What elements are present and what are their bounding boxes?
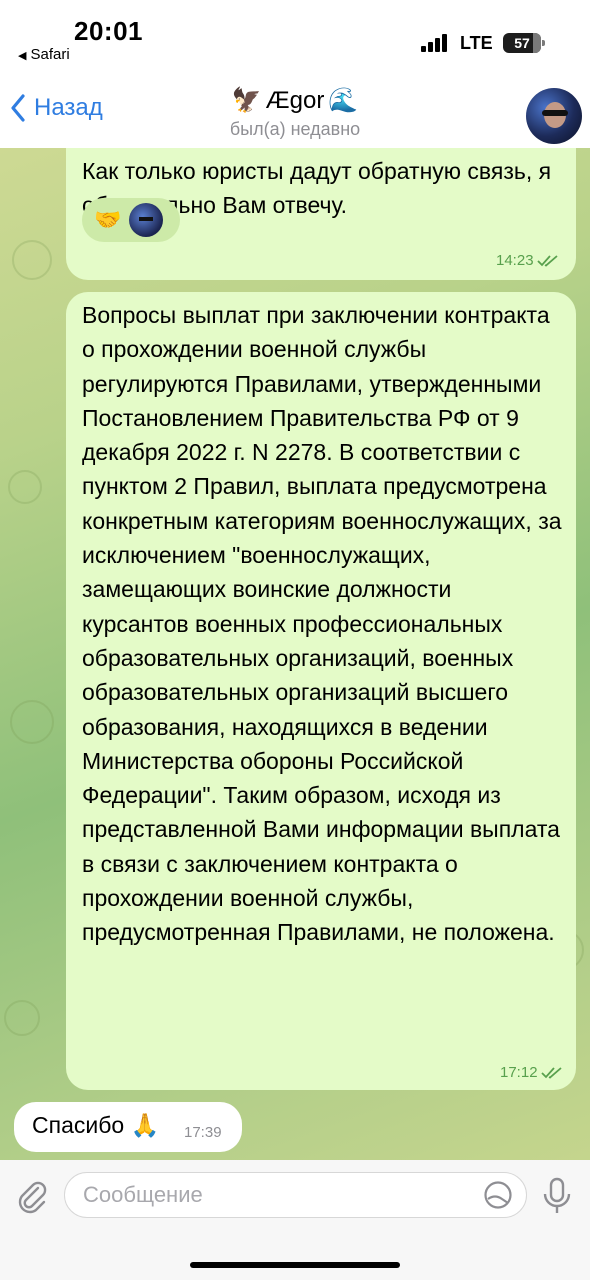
wallpaper-doodle <box>10 700 54 744</box>
back-label: Назад <box>34 94 103 121</box>
message-text: Спасибо 🙏 <box>32 1112 160 1138</box>
back-to-app-link[interactable]: ◀ Safari <box>18 46 70 63</box>
eagle-emoji: 🦅 <box>231 87 262 114</box>
double-check-icon <box>536 254 558 267</box>
double-check-icon <box>540 1066 562 1079</box>
wallpaper-doodle <box>8 470 42 504</box>
message-meta: 17:12 <box>500 1064 563 1081</box>
contact-avatar[interactable] <box>526 88 582 144</box>
status-bar: 20:01 ◀ Safari LTE 57 <box>0 0 590 70</box>
status-time: 20:01 <box>74 16 143 46</box>
reactor-avatar <box>129 203 164 237</box>
home-indicator <box>190 1262 400 1268</box>
voice-record-button[interactable] <box>540 1176 574 1221</box>
sticker-icon <box>484 1181 512 1209</box>
network-type: LTE <box>460 33 493 53</box>
back-button[interactable]: Назад <box>10 94 103 122</box>
chevron-left-icon <box>11 94 25 122</box>
incoming-message[interactable]: Спасибо 🙏 17:39 <box>14 1102 242 1152</box>
last-seen-status: был(а) недавно <box>229 119 361 139</box>
message-meta: 14:23 <box>496 252 559 269</box>
battery-level: 57 <box>514 35 530 51</box>
message-input[interactable] <box>64 1172 527 1218</box>
message-time: 17:39 <box>184 1124 222 1141</box>
wallpaper-doodle <box>4 1000 40 1036</box>
outgoing-message[interactable]: Вопросы выплат при заключении контракта … <box>66 292 576 1090</box>
microphone-icon <box>543 1177 571 1213</box>
back-triangle-icon: ◀ <box>18 50 27 62</box>
back-app-label: Safari <box>30 46 70 63</box>
message-text: Вопросы выплат при заключении контракта … <box>82 302 562 946</box>
contact-name: Ægor <box>265 86 325 114</box>
paperclip-icon <box>18 1181 47 1214</box>
chat-title-block[interactable]: 🦅 Ægor 🌊 был(а) недавно <box>150 86 440 140</box>
battery-icon: 57 <box>503 33 545 53</box>
chat-header: Назад 🦅 Ægor 🌊 был(а) недавно <box>0 70 590 148</box>
attach-button[interactable] <box>14 1178 50 1219</box>
sticker-button[interactable] <box>483 1180 513 1215</box>
message-reactions[interactable]: 🤝 <box>82 198 180 242</box>
reaction-emoji: 🤝 <box>94 207 122 232</box>
wave-emoji: 🌊 <box>328 87 359 114</box>
signal-icon <box>421 34 449 52</box>
message-time: 17:12 <box>500 1064 538 1081</box>
message-time: 14:23 <box>496 252 534 269</box>
wallpaper-doodle <box>12 240 52 280</box>
chat-title: 🦅 Ægor 🌊 <box>232 86 358 115</box>
